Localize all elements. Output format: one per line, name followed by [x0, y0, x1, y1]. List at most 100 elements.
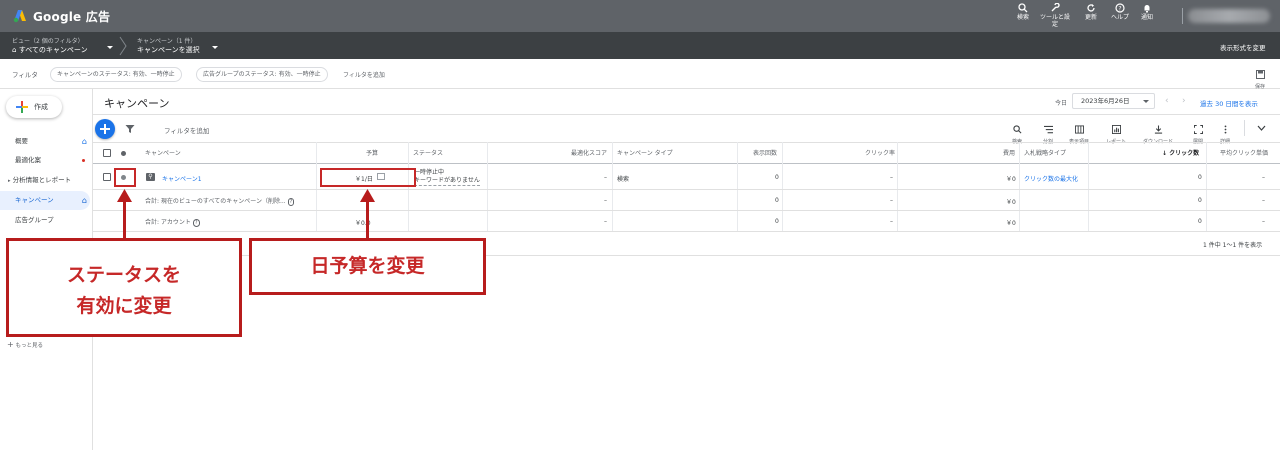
avg-cpc-value: – — [1262, 197, 1265, 204]
column-header-bidding[interactable]: 入札戦略タイプ — [1024, 148, 1066, 157]
arrow-up-icon — [117, 189, 132, 202]
annotation-text: ステータスを — [66, 264, 181, 286]
create-button[interactable]: 作成 — [6, 96, 62, 118]
sidebar-item-label: 概要 — [15, 137, 28, 145]
search-icon — [1012, 125, 1021, 134]
help-icon[interactable]: ? — [287, 198, 295, 206]
show-more-label: もっと見る — [15, 343, 43, 349]
today-label: 今日 — [1055, 100, 1068, 107]
tool-label: 更新 — [1084, 14, 1097, 21]
column-header-avg-cpc[interactable]: 平均クリック単価 — [1220, 148, 1268, 157]
sidebar-item-overview[interactable]: 概要 ⌂ — [0, 132, 92, 151]
avg-cpc-value: – — [1262, 174, 1265, 181]
row-checkbox[interactable] — [103, 173, 111, 181]
divider — [93, 163, 1280, 164]
bidding-strategy-link[interactable]: クリック数の最大化 — [1024, 174, 1078, 183]
sidebar-item-adgroups[interactable]: 広告グループ — [0, 211, 92, 230]
add-filter-link[interactable]: フィルタを追加 — [343, 70, 385, 79]
column-header-label: クリック数 — [1169, 150, 1200, 157]
total-label-text: 合計: 現在のビューのすべてのキャンペーン（削除... — [145, 198, 286, 205]
column-header-campaign-type[interactable]: キャンペーン タイプ — [617, 148, 673, 157]
total-view-label: 合計: 現在のビューのすべてのキャンペーン（削除... ? — [145, 196, 295, 206]
search-icon — [1018, 3, 1028, 13]
divider — [93, 231, 1280, 232]
view-name: すべてのキャンペーン — [18, 46, 88, 54]
tool-help[interactable]: ? ヘルプ — [1105, 3, 1135, 21]
account-info-blurred[interactable] — [1188, 9, 1270, 23]
annotation-budget-callout: 日予算を変更 — [249, 238, 486, 295]
filter-bar: フィルタ キャンペーンのステータス: 有効、一時停止 広告グループのステータス:… — [0, 59, 1280, 90]
divider — [1182, 8, 1183, 24]
notification-dot — [82, 159, 85, 162]
filter-chip-adgroup-status[interactable]: 広告グループのステータス: 有効、一時停止 — [196, 67, 328, 82]
plus-icon — [100, 124, 110, 134]
tool-search[interactable]: 検索 — [1008, 3, 1038, 21]
ctr-value: – — [890, 197, 893, 204]
filter-icon[interactable] — [125, 124, 135, 134]
status-cell: 一時停止中 キーワードがありません — [414, 169, 480, 186]
home-icon: ⌂ — [81, 137, 87, 146]
reports-icon — [1111, 125, 1121, 134]
campaign-selector-caption: キャンペーン（1 件） — [137, 38, 197, 45]
show-more-link[interactable]: + もっと見る — [7, 340, 43, 349]
plus-icon — [16, 101, 28, 113]
column-header-opt-score[interactable]: 最適化スコア — [571, 148, 607, 157]
next-period-button[interactable]: › — [1182, 96, 1186, 106]
save-button[interactable]: 保存 — [1252, 64, 1268, 90]
top-app-bar: Google 広告 検索 ツールと設定 更新 ? ヘルプ 通知 — [0, 0, 1280, 32]
status-detail[interactable]: キーワードがありません — [414, 177, 480, 186]
filter-chip-campaign-status[interactable]: キャンペーンのステータス: 有効、一時停止 — [50, 67, 182, 82]
collapse-chevron-icon[interactable] — [1257, 125, 1266, 131]
cost-value: ￥0 — [1006, 176, 1016, 183]
tool-refresh[interactable]: 更新 — [1076, 3, 1106, 21]
annotation-arrow — [366, 200, 369, 238]
segment-icon — [1043, 125, 1053, 134]
impressions-value: 0 — [775, 174, 779, 181]
date-range-link[interactable]: 過去 30 日間を表示 — [1200, 98, 1258, 108]
previous-period-button[interactable]: ‹ — [1165, 96, 1169, 106]
tool-label: 通知 — [1140, 14, 1153, 21]
add-campaign-button[interactable] — [95, 119, 115, 139]
campaign-name-link[interactable]: キャンペーン1 — [162, 174, 202, 183]
total-label-text: 合計: アカウント — [145, 219, 191, 226]
chevron-right-separator-icon — [119, 36, 127, 56]
column-header-clicks[interactable]: ↓ クリック数 — [1162, 148, 1199, 157]
column-header-status[interactable]: ステータス — [413, 148, 443, 157]
column-header-impressions[interactable]: 表示回数 — [753, 148, 777, 157]
annotation-status-callout: ステータスを 有効に変更 — [6, 238, 242, 337]
sidebar-item-label: 広告グループ — [15, 216, 54, 224]
column-separator — [487, 142, 488, 232]
table-add-filter[interactable]: フィルタを追加 — [164, 125, 209, 135]
column-header-campaign[interactable]: キャンペーン — [145, 148, 181, 157]
column-header-budget[interactable]: 予算 — [366, 148, 378, 157]
more-vert-icon — [1224, 125, 1226, 134]
sidebar-item-recommendations[interactable]: 最適化案 — [0, 151, 92, 170]
wrench-icon — [1051, 3, 1060, 12]
sidebar-item-campaigns[interactable]: キャンペーン ⌂ — [0, 191, 90, 210]
column-header-ctr[interactable]: クリック率 — [865, 148, 895, 157]
opt-score-value: – — [604, 174, 607, 181]
annotation-text: 有効に変更 — [76, 295, 172, 317]
divider — [93, 142, 1280, 143]
page-title: キャンペーン — [104, 97, 170, 110]
home-icon: ⌂ — [81, 196, 87, 205]
save-icon — [1255, 70, 1265, 79]
clicks-value: 0 — [1198, 174, 1202, 181]
filter-label: フィルタ — [12, 71, 38, 79]
column-header-cost[interactable]: 費用 — [1003, 148, 1015, 157]
date-picker[interactable]: 2023年6月26日 — [1072, 93, 1155, 109]
tool-tools-settings[interactable]: ツールと設定 — [1040, 3, 1070, 28]
tool-notifications[interactable]: 通知 — [1132, 3, 1162, 21]
help-icon: ? — [1115, 3, 1125, 13]
google-ads-logo-icon — [13, 10, 26, 23]
column-separator — [737, 142, 738, 232]
change-display-format-button[interactable]: 表示形式を変更 — [1220, 42, 1266, 52]
sidebar-item-label: 最適化案 — [15, 156, 41, 164]
sidebar-item-label: キャンペーン — [15, 196, 54, 204]
bell-icon — [1144, 5, 1150, 13]
select-all-checkbox[interactable] — [103, 149, 111, 157]
tool-label: ツールと設定 — [1040, 14, 1071, 28]
ctr-value: – — [890, 218, 893, 225]
help-icon[interactable]: ? — [192, 219, 200, 227]
sidebar-item-insights-reports[interactable]: ▸ 分析情報とレポート — [0, 171, 92, 190]
